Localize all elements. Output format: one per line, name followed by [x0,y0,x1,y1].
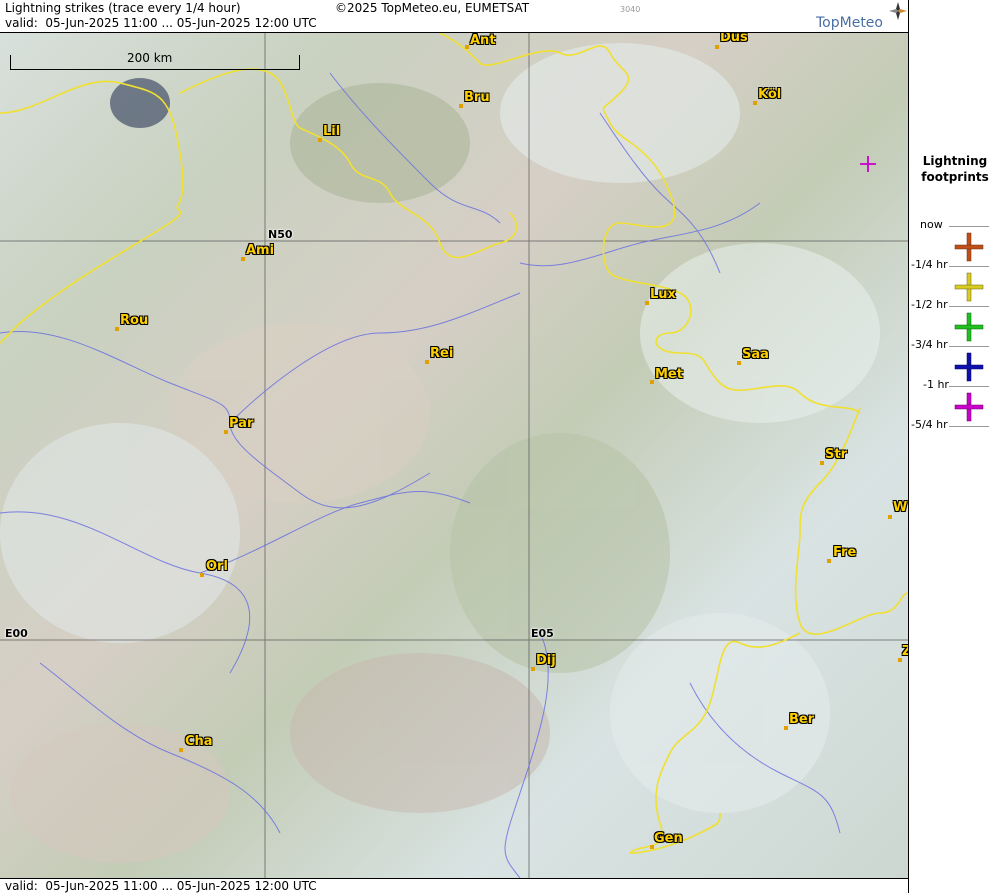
cloud-patch [450,433,670,673]
city-cha: Cha [185,734,213,749]
legend-divider [949,266,989,267]
grid-label-e00: E00 [5,627,28,640]
city-par: Par [229,416,254,431]
legend-divider [949,306,989,307]
city-dot [737,361,741,365]
city-w: W [893,500,908,515]
city-dot [318,138,322,142]
city-kol: Köl [758,87,782,102]
legend-label-1: -1/4 hr [911,258,948,271]
satellite-map[interactable]: 200 km N50 E00 E05 Ant Düs Bru Köl Lil A… [0,33,908,878]
map-code: 3040 [620,5,641,14]
legend-title-line1: Lightning [922,154,988,168]
legend-label-4: -1 hr [923,378,949,391]
legend-label-5: -5/4 hr [911,418,948,431]
city-dot [531,667,535,671]
city-lux: Lux [650,287,676,302]
cloud-patch [290,83,470,203]
city-fre: Fre [833,545,857,560]
cloud-patch [640,243,880,423]
city-dot [200,573,204,577]
cross-icon-green [954,312,984,342]
city-dot [179,748,183,752]
cloud-patch [0,423,240,643]
city-rou: Rou [120,313,149,328]
city-ant: Ant [470,33,496,48]
legend-panel: Lightning footprints now -1/4 hr -1/2 hr… [908,0,1000,893]
city-dot [715,45,719,49]
city-dot [459,104,463,108]
cross-icon-yellow [954,272,984,302]
legend-title-line2: footprints [921,170,989,184]
city-dot [827,559,831,563]
cross-icon-magenta [954,392,984,422]
city-ber: Ber [789,712,815,727]
city-dot [425,360,429,364]
cloud-patch [500,43,740,183]
city-dot [888,515,892,519]
legend-title: Lightning footprints [909,153,1000,185]
city-dot [784,726,788,730]
map-footer: valid: 05-Jun-2025 11:00 ... 05-Jun-2025… [0,878,908,894]
city-gen: Gen [654,831,683,846]
legend-label-now: now [920,218,943,231]
city-bru: Bru [464,90,490,105]
city-met: Met [655,367,683,382]
city-dot [465,45,469,49]
city-ami: Ami [246,243,275,258]
city-dot [241,257,245,261]
topmeteo-logo: TopMeteo [816,15,883,31]
city-saa: Saa [742,347,769,362]
map-title: Lightning strikes (trace every 1/4 hour) [5,1,241,15]
map-header: Lightning strikes (trace every 1/4 hour)… [0,0,908,33]
city-dus: Düs [720,33,748,45]
grid-label-n50: N50 [268,228,293,241]
lightning-strike [860,156,876,172]
legend-divider [949,426,989,427]
legend-divider [949,386,989,387]
scale-label: 200 km [127,51,173,65]
copyright: ©2025 TopMeteo.eu, EUMETSAT [335,1,530,15]
footer-valid-time: valid: 05-Jun-2025 11:00 ... 05-Jun-2025… [5,879,317,893]
city-orl: Orl [206,559,228,574]
city-dot [820,461,824,465]
cross-icon-blue [954,352,984,382]
legend-divider [949,226,989,227]
city-dot [115,327,119,331]
cross-icon-orange [954,232,984,262]
city-str: Str [825,447,847,462]
city-dot [650,380,654,384]
legend-label-2: -1/2 hr [911,298,948,311]
legend-label-3: -3/4 hr [911,338,948,351]
city-dot [224,430,228,434]
city-lil: Lil [323,124,341,139]
dark-cloud [110,78,170,128]
city-dot [645,301,649,305]
compass-icon [889,2,907,20]
city-dot [753,101,757,105]
map-overlay [0,33,908,878]
cloud-patch [290,653,550,813]
valid-time: valid: 05-Jun-2025 11:00 ... 05-Jun-2025… [5,16,317,30]
legend-divider [949,346,989,347]
city-dij: Dij [536,653,556,668]
city-rei: Rei [430,346,454,361]
grid-label-e05: E05 [531,627,554,640]
